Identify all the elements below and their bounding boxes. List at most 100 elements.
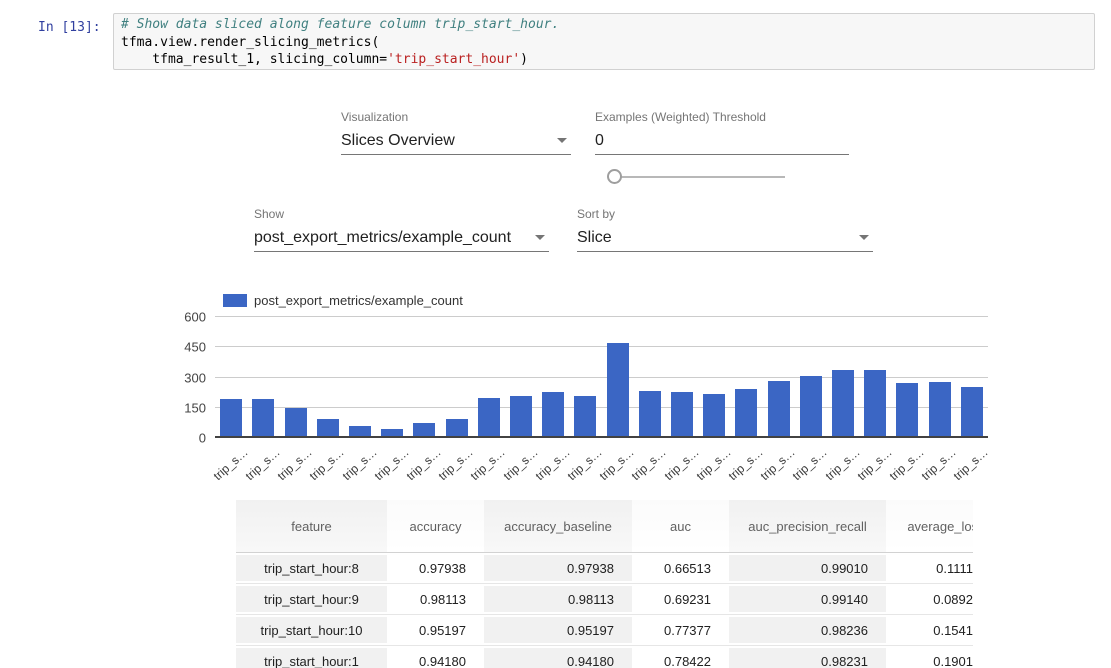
metric-cell: 0.98236	[729, 615, 886, 646]
bar[interactable]	[478, 398, 500, 438]
sort-by-label: Sort by	[577, 207, 873, 221]
show-label: Show	[254, 207, 549, 221]
x-tick: trip_s…	[956, 442, 988, 482]
bar[interactable]	[574, 396, 596, 438]
x-tick: trip_s…	[795, 442, 827, 482]
x-tick: trip_s…	[440, 442, 472, 482]
code-comment: # Show data sliced along feature column …	[121, 17, 559, 32]
x-axis-labels: trip_s…trip_s…trip_s…trip_s…trip_s…trip_…	[215, 442, 988, 482]
x-tick-label: trip_s…	[822, 445, 862, 483]
chevron-down-icon	[557, 138, 567, 143]
bar-slot	[795, 317, 827, 438]
bar-slot	[859, 317, 891, 438]
bar-slot	[827, 317, 859, 438]
x-tick-label: trip_s…	[854, 445, 894, 483]
feature-cell: trip_start_hour:8	[236, 553, 387, 584]
code-editor[interactable]: # Show data sliced along feature column …	[113, 13, 1095, 70]
x-tick-label: trip_s…	[790, 445, 830, 483]
table-row: trip_start_hour:100.951970.951970.773770…	[236, 615, 973, 646]
x-tick: trip_s…	[634, 442, 666, 482]
metric-cell: 0.97938	[387, 553, 484, 584]
metric-cell: 0.97938	[484, 553, 632, 584]
x-tick-label: trip_s…	[243, 445, 283, 483]
bar[interactable]	[252, 399, 274, 438]
notebook-page: In [13]: # Show data sliced along featur…	[0, 0, 1111, 668]
sort-by-dropdown[interactable]: Sort by Slice	[577, 207, 873, 252]
bar[interactable]	[961, 387, 983, 438]
slices-overview-chart: post_export_metrics/example_count 015030…	[215, 293, 988, 482]
slider-handle[interactable]	[607, 169, 622, 184]
bar[interactable]	[864, 370, 886, 438]
x-tick: trip_s…	[408, 442, 440, 482]
column-header[interactable]: accuracy	[387, 500, 484, 553]
column-header[interactable]: auc	[632, 500, 729, 553]
bar-slot	[891, 317, 923, 438]
x-tick-label: trip_s…	[887, 445, 927, 483]
bar[interactable]	[639, 391, 661, 438]
metric-cell: 0.66513	[632, 553, 729, 584]
visualization-label: Visualization	[341, 110, 571, 124]
x-axis-line	[215, 436, 988, 438]
feature-cell: trip_start_hour:10	[236, 615, 387, 646]
column-header[interactable]: accuracy_baseline	[484, 500, 632, 553]
x-tick-label: trip_s…	[726, 445, 766, 483]
code-line3-pre: tfma_result_1, slicing_column=	[121, 52, 387, 67]
y-tick-label: 150	[184, 400, 206, 415]
bar[interactable]	[220, 399, 242, 438]
show-value: post_export_metrics/example_count	[254, 229, 511, 247]
metric-cell: 0.98113	[387, 584, 484, 615]
bar-slot	[634, 317, 666, 438]
code-line3-post: )	[520, 52, 528, 67]
column-header[interactable]: feature	[236, 500, 387, 553]
metric-cell: 0.69231	[632, 584, 729, 615]
metric-cell: 0.1541	[886, 615, 973, 646]
bar[interactable]	[929, 382, 951, 438]
metrics-table-container[interactable]: featureaccuracyaccuracy_baselineaucauc_p…	[236, 500, 973, 668]
bar[interactable]	[703, 394, 725, 438]
bars-row	[215, 317, 988, 438]
bar[interactable]	[832, 370, 854, 438]
bar[interactable]	[800, 376, 822, 438]
metric-cell: 0.99140	[729, 584, 886, 615]
table-row: trip_start_hour:90.981130.981130.692310.…	[236, 584, 973, 615]
column-header[interactable]: average_loss	[886, 500, 973, 553]
bar[interactable]	[768, 381, 790, 438]
bar[interactable]	[542, 392, 564, 438]
metric-cell: 0.98113	[484, 584, 632, 615]
bar-slot	[601, 317, 633, 438]
bar-slot	[730, 317, 762, 438]
metric-cell: 0.95197	[484, 615, 632, 646]
chevron-down-icon	[859, 235, 869, 240]
visualization-dropdown[interactable]: Visualization Slices Overview	[341, 110, 571, 155]
x-tick: trip_s…	[827, 442, 859, 482]
table-row: trip_start_hour:10.941800.941800.784220.…	[236, 646, 973, 668]
slider-track[interactable]	[609, 176, 785, 178]
bar-slot	[666, 317, 698, 438]
table-body: trip_start_hour:80.979380.979380.665130.…	[236, 553, 973, 668]
code-line2: tfma.view.render_slicing_metrics(	[121, 35, 379, 50]
metric-cell: 0.1111	[886, 553, 973, 584]
metric-cell: 0.94180	[484, 646, 632, 668]
chevron-down-icon	[535, 235, 545, 240]
threshold-slider[interactable]	[607, 169, 785, 184]
bar[interactable]	[285, 408, 307, 438]
bar-slot	[762, 317, 794, 438]
bar[interactable]	[735, 389, 757, 438]
bar-slot	[215, 317, 247, 438]
x-tick-label: trip_s…	[693, 445, 733, 483]
x-tick-label: trip_s…	[500, 445, 540, 483]
column-header[interactable]: auc_precision_recall	[729, 500, 886, 553]
bar-slot	[698, 317, 730, 438]
visualization-value: Slices Overview	[341, 132, 455, 150]
bar[interactable]	[671, 392, 693, 438]
y-tick-label: 300	[184, 370, 206, 385]
bar[interactable]	[896, 383, 918, 438]
show-metric-dropdown[interactable]: Show post_export_metrics/example_count	[254, 207, 549, 252]
x-tick-label: trip_s…	[307, 445, 347, 483]
x-tick-label: trip_s…	[275, 445, 315, 483]
x-tick-label: trip_s…	[210, 445, 250, 483]
bar[interactable]	[510, 396, 532, 438]
threshold-input[interactable]: Examples (Weighted) Threshold 0	[595, 110, 849, 155]
x-tick-label: trip_s…	[661, 445, 701, 483]
bar[interactable]	[607, 343, 629, 438]
